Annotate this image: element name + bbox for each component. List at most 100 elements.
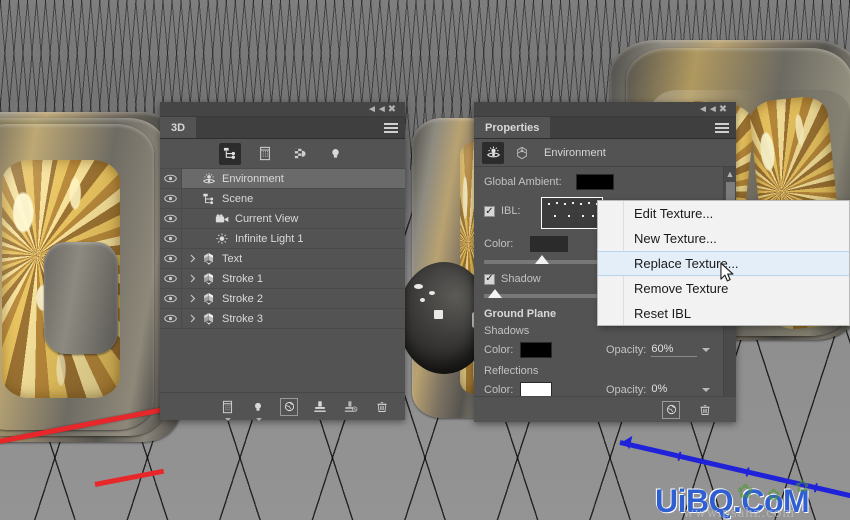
render-icon[interactable] — [280, 398, 298, 416]
eye-icon[interactable] — [160, 189, 182, 208]
layer-name: Environment — [219, 173, 284, 185]
ground-shadow-color-row: Color: Opacity: 60% — [484, 342, 726, 358]
layer-label-wrap: Environment — [182, 169, 405, 188]
ground-shadow-opacity-label: Opacity: — [606, 344, 646, 356]
ground-reflection-opacity-value[interactable]: 0% — [651, 383, 697, 397]
ibl-light-dot — [592, 215, 594, 217]
ibl-thumbnail[interactable] — [541, 197, 603, 229]
delete-icon[interactable] — [696, 401, 714, 419]
collapse-panel-icon[interactable]: ◄◄ — [367, 104, 379, 115]
ibl-light-dot — [588, 202, 590, 204]
layer-label-wrap: Scene — [182, 189, 405, 208]
panel-3d-topbar: ◄◄ ✖ — [160, 102, 405, 117]
layer-row-infinite-light-1[interactable]: Infinite Light 1 — [160, 229, 405, 249]
add-light-caret-icon[interactable] — [256, 418, 262, 421]
ibl-light-dot — [556, 202, 558, 204]
ground-reflection-opacity-label: Opacity: — [606, 384, 646, 396]
mesh-icon — [199, 272, 219, 286]
ibl-light-dot — [572, 202, 574, 204]
scene-filter-icon[interactable] — [219, 143, 241, 165]
properties-title: Environment — [544, 147, 606, 159]
materials-filter-icon[interactable] — [289, 143, 311, 165]
layer-row-stroke-3[interactable]: Stroke 3 — [160, 309, 405, 329]
layer-list-3d: Environment Scene Current View Infinite Lig… — [160, 169, 405, 329]
add-mesh-icon[interactable] — [218, 398, 236, 416]
close-icon[interactable]: ✖ — [386, 104, 398, 115]
eye-icon[interactable] — [160, 249, 182, 268]
mesh-filter-icon[interactable] — [254, 143, 276, 165]
ground-shadow-color-label: Color: — [484, 344, 520, 356]
layer-label-wrap: Stroke 1 — [182, 269, 405, 288]
chevron-right-icon[interactable] — [186, 294, 199, 303]
ground-shadow-color-swatch[interactable] — [520, 342, 552, 358]
eye-icon[interactable] — [160, 309, 182, 328]
panel-properties-tabstrip: Properties — [474, 117, 736, 139]
layer-row-current-view[interactable]: Current View — [160, 209, 405, 229]
eye-icon[interactable] — [160, 229, 182, 248]
lights-filter-icon[interactable] — [324, 143, 346, 165]
menu-item-edit-texture[interactable]: Edit Texture... — [598, 201, 849, 226]
delete-icon[interactable] — [373, 398, 391, 416]
eye-icon[interactable] — [160, 209, 182, 228]
close-icon[interactable]: ✖ — [717, 104, 729, 115]
ibl-light-dot — [582, 215, 584, 217]
ibl-label: IBL: — [501, 205, 541, 217]
menu-item-replace-texture[interactable]: Replace Texture... — [598, 251, 849, 276]
camera-icon — [212, 213, 232, 225]
layer-name: Scene — [219, 193, 253, 205]
coordinates-icon[interactable] — [512, 143, 532, 163]
collapse-panel-icon[interactable]: ◄◄ — [698, 104, 710, 115]
ibl-light-dot — [580, 203, 582, 205]
tab-properties[interactable]: Properties — [474, 117, 550, 138]
chevron-right-icon[interactable] — [186, 314, 199, 323]
menu-item-new-texture[interactable]: New Texture... — [598, 226, 849, 251]
layer-row-environment[interactable]: Environment — [160, 169, 405, 189]
layer-row-stroke-1[interactable]: Stroke 1 — [160, 269, 405, 289]
eye-icon[interactable] — [160, 289, 182, 308]
shadow-softness-slider-knob[interactable] — [488, 289, 502, 298]
panel-3d-filter-toolbar — [160, 139, 405, 169]
layer-name: Stroke 1 — [219, 273, 263, 285]
properties-header: Environment — [474, 139, 736, 167]
texture-context-menu: Edit Texture...New Texture...Replace Tex… — [597, 200, 850, 326]
layer-name: Infinite Light 1 — [232, 233, 304, 245]
layer-name: Stroke 3 — [219, 313, 263, 325]
mesh-icon — [199, 252, 219, 266]
add-mesh-caret-icon[interactable] — [225, 418, 231, 421]
menu-item-remove-texture[interactable]: Remove Texture — [598, 276, 849, 301]
layer-row-text[interactable]: Text — [160, 249, 405, 269]
global-ambient-swatch[interactable] — [576, 174, 614, 190]
chevron-right-icon[interactable] — [186, 254, 199, 263]
layer-label-wrap: Infinite Light 1 — [182, 229, 405, 248]
panel-menu-icon[interactable] — [384, 123, 398, 135]
chevron-up-icon[interactable]: ▲ — [724, 167, 736, 180]
layer-name: Stroke 2 — [219, 293, 263, 305]
chevron-down-icon[interactable] — [702, 388, 710, 392]
panel-3d-tabstrip: 3D — [160, 117, 405, 139]
layer-name: Text — [219, 253, 242, 265]
menu-item-reset-ibl[interactable]: Reset IBL — [598, 301, 849, 326]
panel-menu-icon[interactable] — [715, 123, 729, 135]
remove-material-icon[interactable] — [342, 398, 360, 416]
ibl-color-swatch[interactable] — [530, 236, 568, 252]
tab-3d[interactable]: 3D — [160, 117, 196, 138]
chevron-right-icon[interactable] — [186, 274, 199, 283]
add-light-icon[interactable] — [249, 398, 267, 416]
ground-shadow-opacity-value[interactable]: 60% — [651, 343, 697, 357]
scene-icon — [199, 192, 219, 206]
ibl-checkbox[interactable] — [484, 206, 495, 217]
render-icon[interactable] — [662, 401, 680, 419]
layer-label-wrap: Stroke 3 — [182, 309, 405, 328]
ibl-light-dot — [548, 203, 550, 205]
add-material-icon[interactable] — [311, 398, 329, 416]
eye-icon[interactable] — [160, 169, 182, 188]
ibl-intensity-slider-knob[interactable] — [535, 255, 549, 264]
chevron-down-icon[interactable] — [702, 348, 710, 352]
layer-row-stroke-2[interactable]: Stroke 2 — [160, 289, 405, 309]
environment-icon[interactable] — [482, 142, 504, 164]
eye-icon[interactable] — [160, 269, 182, 288]
properties-footer — [474, 396, 736, 422]
shadow-checkbox[interactable] — [484, 274, 495, 285]
layer-row-scene[interactable]: Scene — [160, 189, 405, 209]
ibl-light-dot — [554, 215, 556, 217]
